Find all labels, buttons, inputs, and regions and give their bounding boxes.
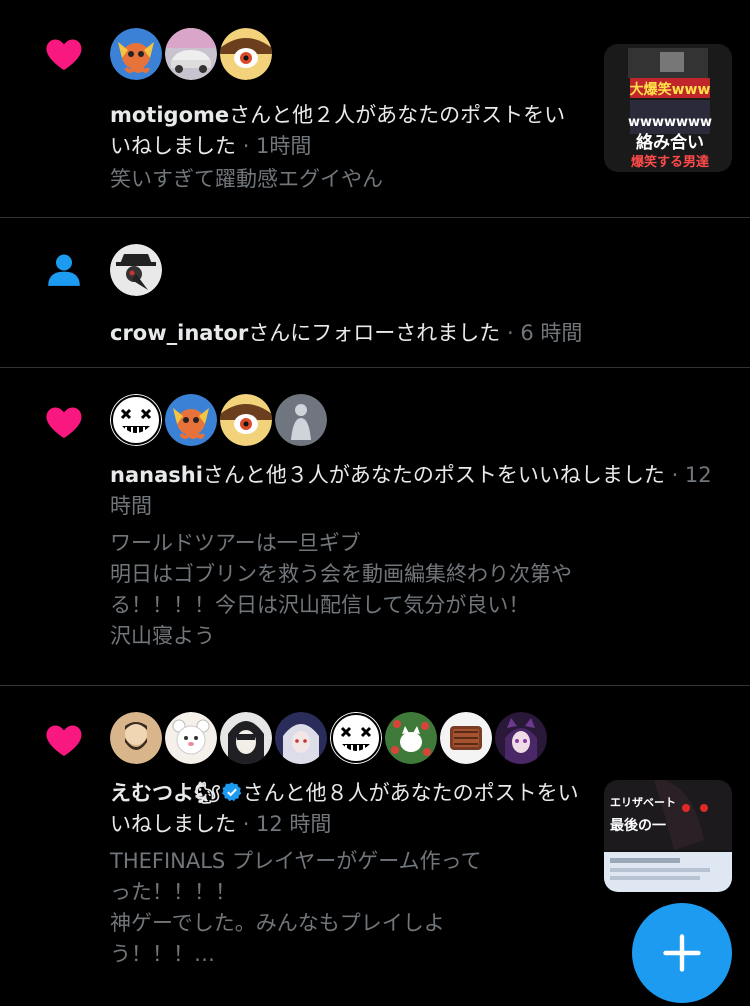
verified-badge-icon [221, 781, 243, 803]
timestamp: · 1時間 [242, 134, 312, 158]
toast-avatar[interactable] [440, 712, 492, 764]
octopus-avatar[interactable] [165, 394, 217, 446]
notification-text: motigomeさんと他２人があなたのポストをいいねしました · 1時間 笑いす… [110, 100, 580, 195]
white-hair-avatar[interactable] [275, 712, 327, 764]
car-avatar[interactable] [165, 28, 217, 80]
eye-creature-avatar[interactable] [220, 394, 272, 446]
bearded-avatar[interactable] [110, 712, 162, 764]
thumbnail-caption-last: 爆笑する男達 [631, 154, 709, 170]
timestamp: · 12 時間 [242, 812, 332, 836]
notification-item[interactable]: nanashiさんと他３人があなたのポストをいいねしました · 12 時間 ワー… [0, 368, 750, 686]
plague-doctor-avatar[interactable] [110, 244, 162, 296]
thumbnail-caption-top: 大爆笑www [630, 81, 711, 98]
post-preview: 笑いすぎて躍動感エグイやん [110, 167, 383, 191]
purple-cat-avatar[interactable] [495, 712, 547, 764]
user-name[interactable]: nanashi [110, 463, 203, 487]
notification-item[interactable]: crow_inatorさんにフォローされました · 6 時間 [0, 218, 750, 368]
white-bear-avatar[interactable] [165, 712, 217, 764]
notification-text: nanashiさんと他３人があなたのポストをいいねしました · 12 時間 ワー… [110, 460, 730, 652]
post-thumbnail[interactable]: 大爆笑www wwwwwww 絡み合い 爆笑する男達 [604, 44, 732, 172]
heart-icon [44, 34, 84, 74]
cat-pattern-avatar[interactable] [385, 712, 437, 764]
post-preview: THEFINALS プレイヤーがゲーム作って った！！！！ 神ゲーでした。みんな… [110, 849, 482, 966]
user-name[interactable]: えむつよ🐿 [110, 781, 221, 805]
thumbnail-caption-bottom: 絡み合い [636, 132, 704, 153]
octopus-avatar[interactable] [110, 28, 162, 80]
compose-button[interactable] [632, 903, 732, 1003]
eye-creature-avatar[interactable] [220, 28, 272, 80]
action-text: さんと他３人があなたのポストをいいねしました [202, 463, 665, 487]
thumbnail-caption-top: エリザベート [610, 796, 676, 809]
user-name[interactable]: crow_inator [110, 321, 248, 345]
post-preview: ワールドツアーは一旦ギブ 明日はゴブリンを救う会を動画編集終わり次第や る！！！… [110, 531, 572, 648]
notification-text: crow_inatorさんにフォローされました · 6 時間 [110, 318, 730, 349]
plus-icon [663, 934, 701, 972]
thumbnail-caption-mid: wwwwwww [628, 115, 712, 130]
x-eyes-avatar[interactable] [330, 712, 382, 764]
timestamp: · 6 時間 [506, 321, 583, 345]
dark-hair-avatar[interactable] [220, 712, 272, 764]
action-text: さんにフォローされました [248, 321, 501, 345]
person-icon [44, 250, 84, 290]
figure-avatar[interactable] [275, 394, 327, 446]
heart-icon [44, 402, 84, 442]
user-name[interactable]: motigome [110, 103, 229, 127]
notification-text: えむつよ🐿 さんと他８人があなたのポストをいいねしました · 12 時間 THEF… [110, 778, 580, 970]
thumbnail-caption-mid: 最後の一 [610, 817, 666, 834]
heart-icon [44, 720, 84, 760]
notification-item[interactable]: motigomeさんと他２人があなたのポストをいいねしました · 1時間 笑いす… [0, 0, 750, 218]
notifications-feed: motigomeさんと他２人があなたのポストをいいねしました · 1時間 笑いす… [0, 0, 750, 1006]
post-thumbnail[interactable]: エリザベート 最後の一 [604, 780, 732, 892]
x-eyes-avatar[interactable] [110, 394, 162, 446]
